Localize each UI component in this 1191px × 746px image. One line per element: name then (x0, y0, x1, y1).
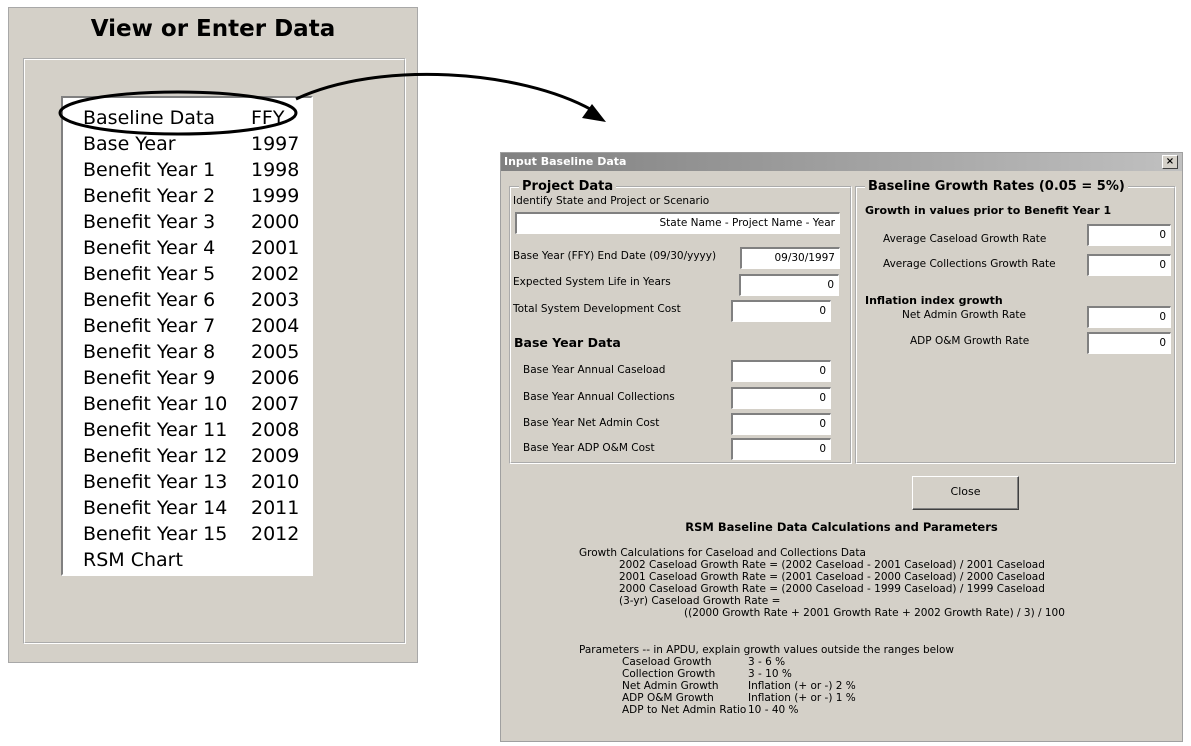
net-admin-growth-input[interactable]: 0 (1087, 306, 1171, 328)
param-name: Collection Growth (622, 668, 716, 680)
adp-growth-label: ADP O&M Growth Rate (910, 335, 1030, 347)
adp-input[interactable]: 0 (731, 438, 831, 460)
collections-label: Base Year Annual Collections (523, 391, 675, 403)
param-range: 3 - 10 % (748, 668, 792, 680)
param-name: Caseload Growth (622, 656, 712, 668)
param-range: Inflation (+ or -) 1 % (748, 692, 856, 704)
dev-cost-input[interactable]: 0 (731, 300, 831, 322)
input-baseline-dialog: Input Baseline Data × Project Data Ident… (500, 152, 1183, 742)
dev-cost-label: Total System Development Cost (513, 303, 681, 315)
list-item[interactable]: Benefit Year 8 2005 (63, 339, 311, 365)
calc-line: 2001 Caseload Growth Rate = (2001 Caselo… (619, 571, 1045, 583)
system-life-label: Expected System Life in Years (513, 276, 671, 288)
adp-growth-input[interactable]: 0 (1087, 332, 1171, 354)
param-range: 10 - 40 % (748, 704, 799, 716)
avg-collections-label: Average Collections Growth Rate (883, 258, 1056, 270)
net-admin-label: Base Year Net Admin Cost (523, 417, 660, 429)
data-listbox[interactable]: Baseline Data FFY Base Year 1997 Benefit Y… (61, 96, 313, 576)
caseload-label: Base Year Annual Caseload (523, 364, 666, 376)
calc-line: Growth Calculations for Caseload and Col… (579, 547, 866, 559)
view-enter-data-panel: View or Enter Data Baseline Data FFY Base… (8, 7, 418, 663)
list-item[interactable]: Benefit Year 6 2003 (63, 287, 311, 313)
calc-title: RSM Baseline Data Calculations and Param… (685, 520, 998, 534)
adp-label: Base Year ADP O&M Cost (523, 442, 655, 454)
list-item[interactable]: RSM Chart (63, 547, 311, 573)
identify-label: Identify State and Project or Scenario (513, 195, 710, 207)
system-life-input[interactable]: 0 (739, 274, 839, 296)
base-year-data-heading: Base Year Data (514, 335, 621, 350)
calc-line: 2002 Caseload Growth Rate = (2002 Caselo… (619, 559, 1045, 571)
list-item[interactable]: Benefit Year 7 2004 (63, 313, 311, 339)
net-admin-input[interactable]: 0 (731, 413, 831, 435)
list-item[interactable]: Benefit Year 11 2008 (63, 417, 311, 443)
arrow-head (582, 104, 606, 122)
base-year-input[interactable]: 09/30/1997 (740, 247, 840, 269)
collections-input[interactable]: 0 (731, 387, 831, 409)
list-item[interactable]: Benefit Year 5 2002 (63, 261, 311, 287)
calc-line: ((2000 Growth Rate + 2001 Growth Rate + … (684, 607, 1065, 619)
net-admin-growth-label: Net Admin Growth Rate (902, 309, 1026, 321)
param-range: 3 - 6 % (748, 656, 786, 668)
list-item[interactable]: Benefit Year 2 1999 (63, 183, 311, 209)
param-name: ADP O&M Growth (622, 692, 714, 704)
avg-caseload-label: Average Caseload Growth Rate (883, 233, 1047, 245)
inflation-heading: Inflation index growth (865, 294, 1003, 307)
dialog-title: Input Baseline Data (504, 155, 627, 168)
list-item[interactable]: Base Year 1997 (63, 131, 311, 157)
base-year-label: Base Year (FFY) End Date (09/30/yyyy) (513, 250, 717, 262)
calc-line: 2000 Caseload Growth Rate = (2000 Caselo… (619, 583, 1045, 595)
close-button[interactable]: Close (912, 476, 1019, 510)
identify-input[interactable]: State Name - Project Name - Year (515, 212, 840, 234)
growth-rates-group: Baseline Growth Rates (0.05 = 5%) Growth… (855, 179, 1176, 464)
list-item[interactable]: Benefit Year 12 2009 (63, 443, 311, 469)
param-name: ADP to Net Admin Ratio (622, 704, 747, 716)
list-item[interactable]: Benefit Year 13 2010 (63, 469, 311, 495)
list-item[interactable]: Benefit Year 4 2001 (63, 235, 311, 261)
list-item[interactable]: Benefit Year 10 2007 (63, 391, 311, 417)
param-name: Net Admin Growth (622, 680, 719, 692)
dialog-titlebar[interactable]: Input Baseline Data × (501, 153, 1182, 171)
calc-line: (3-yr) Caseload Growth Rate = (619, 595, 781, 607)
param-range: Inflation (+ or -) 2 % (748, 680, 856, 692)
caseload-input[interactable]: 0 (731, 360, 831, 382)
project-data-group: Project Data Identify State and Project … (509, 179, 852, 464)
prior-growth-heading: Growth in values prior to Benefit Year 1 (865, 204, 1112, 217)
close-icon[interactable]: × (1162, 155, 1178, 169)
project-data-title: Project Data (519, 179, 617, 194)
avg-caseload-input[interactable]: 0 (1087, 224, 1171, 246)
growth-rates-title: Baseline Growth Rates (0.05 = 5%) (865, 179, 1128, 194)
avg-collections-input[interactable]: 0 (1087, 254, 1171, 276)
list-item[interactable]: Baseline Data FFY (63, 105, 311, 131)
list-item[interactable]: Benefit Year 15 2012 (63, 521, 311, 547)
list-item[interactable]: Benefit Year 9 2006 (63, 365, 311, 391)
params-intro: Parameters -- in APDU, explain growth va… (579, 644, 955, 656)
list-item[interactable]: Benefit Year 1 1998 (63, 157, 311, 183)
panel-title: View or Enter Data (90, 16, 336, 42)
list-item[interactable]: Benefit Year 3 2000 (63, 209, 311, 235)
list-item[interactable]: Benefit Year 14 2011 (63, 495, 311, 521)
